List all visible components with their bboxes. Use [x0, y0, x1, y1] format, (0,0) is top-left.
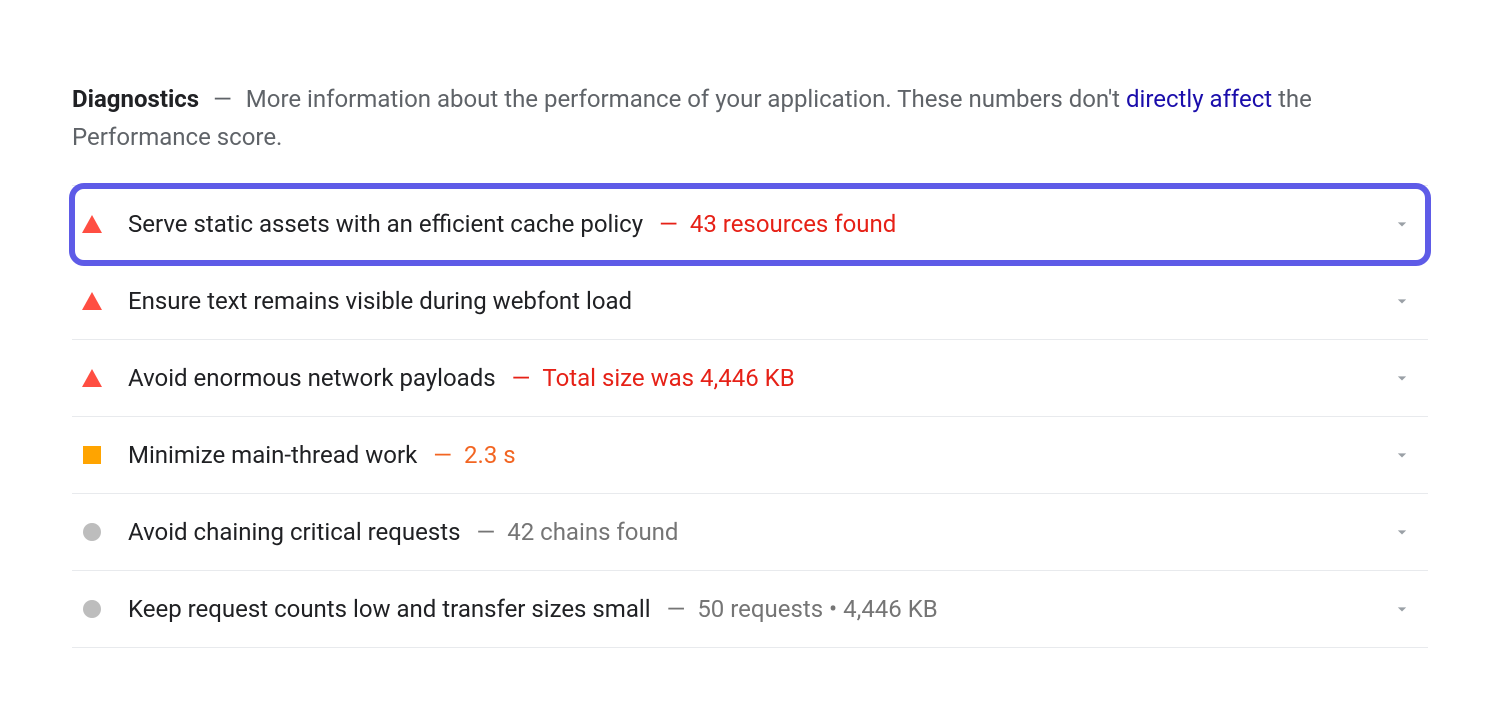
chevron-down-icon — [1392, 522, 1412, 542]
separator-dash: — — [213, 85, 232, 113]
audit-detail: 50 requests • 4,446 KB — [697, 595, 937, 623]
chevron-down-icon — [1392, 368, 1412, 388]
detail-separator: — — [476, 518, 495, 546]
audit-list: Serve static assets with an efficient ca… — [72, 185, 1428, 648]
triangle-red-icon — [80, 289, 104, 313]
audit-row[interactable]: Serve static assets with an efficient ca… — [72, 186, 1428, 263]
diagnostics-description-prefix: More information about the performance o… — [246, 85, 1126, 113]
audit-row[interactable]: Keep request counts low and transfer siz… — [72, 571, 1428, 648]
audit-title: Ensure text remains visible during webfo… — [128, 287, 632, 315]
chevron-down-icon — [1392, 214, 1412, 234]
square-orange-icon — [80, 443, 104, 467]
diagnostics-title: Diagnostics — [72, 85, 199, 113]
audit-row[interactable]: Avoid chaining critical requests — 42 chai… — [72, 494, 1428, 571]
audit-detail: 43 resources found — [690, 210, 896, 238]
directly-affect-link[interactable]: directly affect — [1126, 85, 1272, 113]
detail-separator: — — [433, 441, 452, 469]
triangle-red-icon — [80, 212, 104, 236]
circle-gray-icon — [80, 597, 104, 621]
detail-separator: — — [667, 595, 686, 623]
chevron-down-icon — [1392, 445, 1412, 465]
audit-row[interactable]: Ensure text remains visible during webfo… — [72, 263, 1428, 340]
audit-row[interactable]: Minimize main-thread work — 2.3 s — [72, 417, 1428, 494]
triangle-red-icon — [80, 366, 104, 390]
audit-title: Serve static assets with an efficient ca… — [128, 210, 643, 238]
audit-row[interactable]: Avoid enormous network payloads — Total si… — [72, 340, 1428, 417]
audit-detail: 2.3 s — [464, 441, 516, 469]
audit-title: Avoid chaining critical requests — [128, 518, 460, 546]
audit-detail: Total size was 4,446 KB — [542, 364, 794, 392]
detail-separator: — — [659, 210, 678, 238]
audit-title: Keep request counts low and transfer siz… — [128, 595, 651, 623]
diagnostics-header: Diagnostics — More information about the… — [72, 80, 1428, 157]
chevron-down-icon — [1392, 291, 1412, 311]
chevron-down-icon — [1392, 599, 1412, 619]
detail-separator: — — [512, 364, 531, 392]
audit-title: Minimize main-thread work — [128, 441, 417, 469]
circle-gray-icon — [80, 520, 104, 544]
audit-detail: 42 chains found — [507, 518, 678, 546]
audit-title: Avoid enormous network payloads — [128, 364, 496, 392]
